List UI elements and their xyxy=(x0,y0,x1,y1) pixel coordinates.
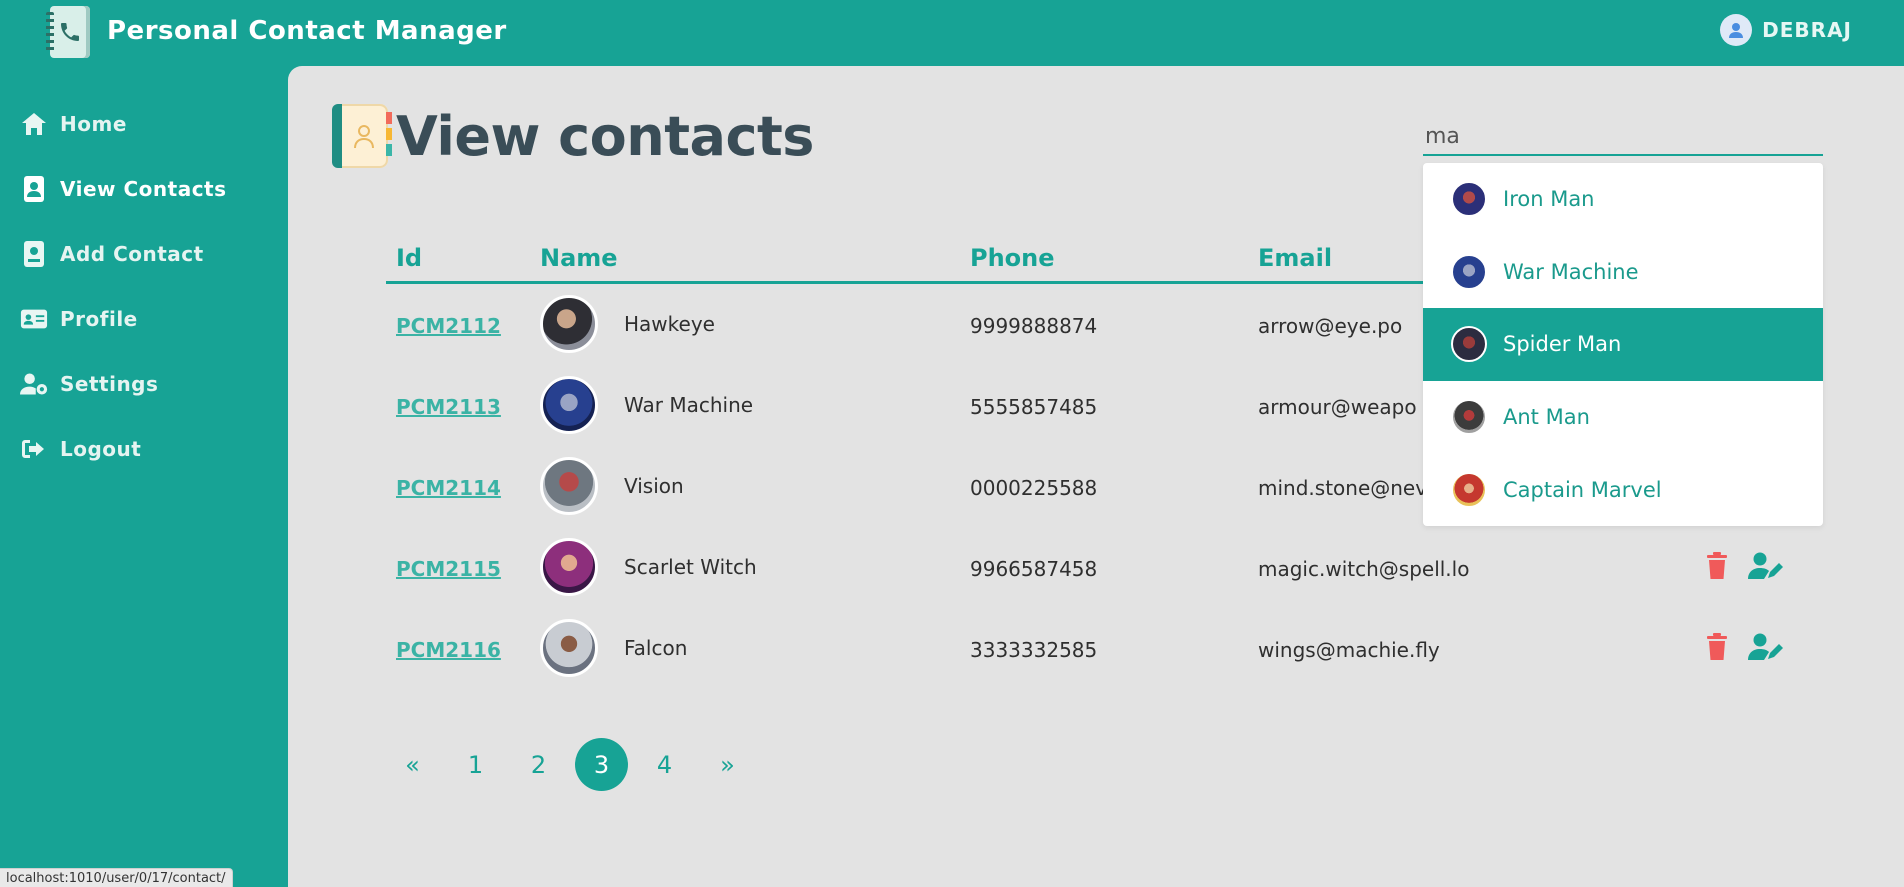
sidebar: Home View Contacts Add Contact Profile S… xyxy=(0,66,288,887)
user-name: DEBRAJ xyxy=(1762,18,1852,42)
pagination-prev[interactable]: « xyxy=(386,738,439,791)
contact-name: War Machine xyxy=(624,393,754,417)
user-edit-icon[interactable] xyxy=(1748,632,1784,667)
page-number-current[interactable]: 3 xyxy=(575,738,628,791)
user-edit-icon[interactable] xyxy=(1748,551,1784,586)
avatar xyxy=(1451,253,1487,290)
contact-id-link[interactable]: PCM2112 xyxy=(396,314,501,338)
page-title: View contacts xyxy=(396,104,814,168)
suggestion-item[interactable]: Ant Man xyxy=(1423,381,1823,454)
table-row: PCM2116 Falcon 3333332585 wings@machie.f… xyxy=(386,608,1806,689)
suggestion-name: Captain Marvel xyxy=(1503,477,1662,502)
avatar xyxy=(540,295,598,353)
contact-name: Falcon xyxy=(624,636,688,660)
contact-phone: 5555857485 xyxy=(970,395,1098,419)
avatar xyxy=(540,538,598,596)
main-panel: View contacts Id Name Phone Email PCM211… xyxy=(288,66,1904,887)
sidebar-item-label: Add Contact xyxy=(60,242,204,266)
avatar xyxy=(540,376,598,434)
contact-phone: 3333332585 xyxy=(970,638,1098,662)
suggestion-item[interactable]: Captain Marvel xyxy=(1423,453,1823,526)
sidebar-item-add-contact[interactable]: Add Contact xyxy=(20,240,204,268)
trash-icon[interactable] xyxy=(1706,633,1728,666)
top-bar: Personal Contact Manager DEBRAJ xyxy=(0,0,1904,66)
avatar xyxy=(540,619,598,677)
id-card-icon xyxy=(20,305,48,333)
sidebar-item-settings[interactable]: Settings xyxy=(20,370,158,398)
suggestion-name: Ant Man xyxy=(1503,405,1590,430)
pagination-next[interactable]: » xyxy=(701,738,754,791)
contact-phone: 0000225588 xyxy=(970,476,1098,500)
avatar xyxy=(1451,471,1487,508)
user-gear-icon xyxy=(20,370,48,398)
avatar xyxy=(540,457,598,515)
logout-icon xyxy=(20,435,48,463)
search-suggestions: Iron Man War Machine Spider Man Ant Man … xyxy=(1423,163,1823,526)
column-header-email: Email xyxy=(1258,244,1333,272)
status-bar-url: localhost:1010/user/0/17/contact/ xyxy=(0,868,233,887)
search-input[interactable] xyxy=(1423,118,1823,156)
sidebar-item-label: Settings xyxy=(60,372,159,396)
page-number[interactable]: 1 xyxy=(449,738,502,791)
column-header-id: Id xyxy=(396,244,423,272)
contact-id-link[interactable]: PCM2114 xyxy=(396,476,501,500)
add-contact-icon xyxy=(20,240,48,268)
sidebar-item-label: Logout xyxy=(60,437,142,461)
avatar xyxy=(1451,181,1487,218)
contact-id-link[interactable]: PCM2115 xyxy=(396,557,501,581)
row-actions xyxy=(1706,632,1784,667)
sidebar-item-logout[interactable]: Logout xyxy=(20,435,141,463)
suggestion-item[interactable]: Iron Man xyxy=(1423,163,1823,236)
sidebar-item-home[interactable]: Home xyxy=(20,110,127,138)
page-number[interactable]: 2 xyxy=(512,738,565,791)
pagination: « 1 2 3 4 » xyxy=(386,738,754,791)
page-number[interactable]: 4 xyxy=(638,738,691,791)
contact-email: mind.stone@nev xyxy=(1258,476,1428,500)
contact-id-link[interactable]: PCM2113 xyxy=(396,395,501,419)
address-book-icon xyxy=(332,104,392,168)
contact-phone: 9999888874 xyxy=(970,314,1098,338)
sidebar-item-profile[interactable]: Profile xyxy=(20,305,138,333)
user-circle-icon xyxy=(1720,14,1753,46)
table-row: PCM2115 Scarlet Witch 9966587458 magic.w… xyxy=(386,527,1806,608)
contact-name: Scarlet Witch xyxy=(624,555,757,579)
trash-icon[interactable] xyxy=(1706,552,1728,585)
suggestion-name: Iron Man xyxy=(1503,187,1595,212)
sidebar-item-label: Home xyxy=(60,112,127,136)
contact-name: Hawkeye xyxy=(624,312,715,336)
avatar xyxy=(1451,326,1487,363)
contact-email: arrow@eye.po xyxy=(1258,314,1403,338)
sidebar-item-label: View Contacts xyxy=(60,177,227,201)
page-header: View contacts xyxy=(332,104,814,168)
row-actions xyxy=(1706,551,1784,586)
home-icon xyxy=(20,110,48,138)
column-header-phone: Phone xyxy=(970,244,1055,272)
sidebar-item-view-contacts[interactable]: View Contacts xyxy=(20,175,227,203)
contact-id-link[interactable]: PCM2116 xyxy=(396,638,501,662)
suggestion-name: War Machine xyxy=(1503,259,1639,284)
user-menu[interactable]: DEBRAJ xyxy=(1720,14,1852,46)
avatar xyxy=(1451,399,1487,436)
suggestion-item[interactable]: War Machine xyxy=(1423,236,1823,309)
contact-name: Vision xyxy=(624,474,684,498)
contact-email: armour@weapo xyxy=(1258,395,1417,419)
notebook-phone-icon xyxy=(46,6,90,58)
column-header-name: Name xyxy=(540,244,618,272)
suggestion-item[interactable]: Spider Man xyxy=(1423,308,1823,381)
contact-book-icon xyxy=(20,175,48,203)
app-title: Personal Contact Manager xyxy=(107,16,507,46)
contact-phone: 9966587458 xyxy=(970,557,1098,581)
contact-email: wings@machie.fly xyxy=(1258,638,1440,662)
suggestion-name: Spider Man xyxy=(1503,332,1622,357)
sidebar-item-label: Profile xyxy=(60,307,138,331)
contact-email: magic.witch@spell.lo xyxy=(1258,557,1470,581)
